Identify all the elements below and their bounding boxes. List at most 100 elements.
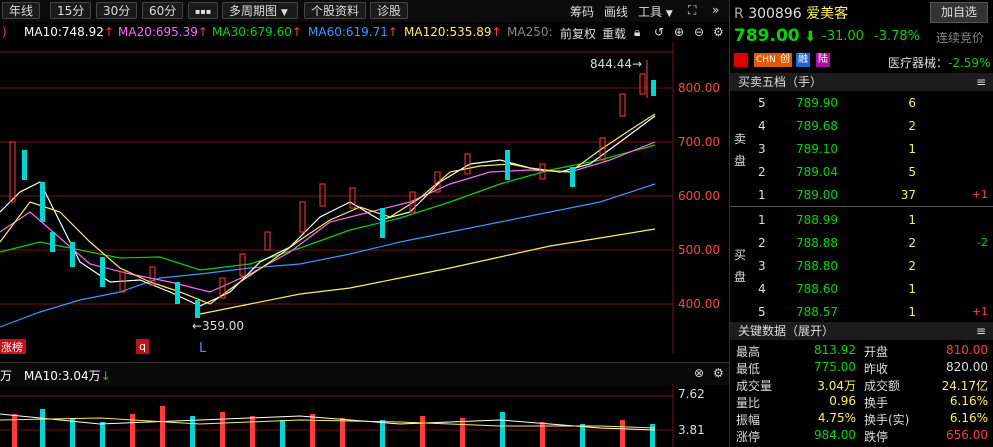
order-row[interactable]: 2 788.88 2 -2 [730,234,993,254]
collapse-panel-icon[interactable]: » [712,3,719,17]
key-data-label: 振幅 [736,413,761,427]
order-level: 5 [758,305,766,319]
q-tag[interactable]: q [139,340,146,353]
key-data-label: 量比 [736,396,761,410]
ma-legend: ) MA10:748.92↑ MA20:695.39↑ MA30:679.60↑… [0,22,729,42]
order-volume: 2 [908,259,916,273]
stock-prefix: R [734,6,744,22]
y-tick-600: 600.00 [678,189,720,203]
expand-icon[interactable]: ⛶ [688,3,696,18]
order-row[interactable]: 5 788.57 1 +1 [730,303,993,323]
order-price: 789.04 [796,165,838,179]
chinext-badge[interactable]: 创 [778,53,792,67]
menu-icon[interactable]: ≡ [976,73,986,91]
ma-legend-marker: ) [2,25,7,39]
chn-badge[interactable]: CHN [754,53,778,67]
key-data-label: 换手(实) [864,413,910,427]
order-row[interactable]: 4 789.68 2 [730,117,993,137]
y-tick-400: 400.00 [678,297,720,311]
volume-close-icon[interactable]: ⊗ [694,366,704,380]
volume-ma-line [0,413,656,431]
order-price: 789.90 [796,96,838,110]
chevron-down-icon: ▼ [280,8,288,18]
order-price: 788.60 [796,282,838,296]
chip-button[interactable]: 筹码 [570,3,594,20]
order-book-divider [730,206,993,207]
key-data-value: 0.96 [829,394,856,408]
order-row[interactable]: 3 789.10 1 [730,140,993,160]
order-delta: -2 [977,236,988,249]
more-periods-button[interactable]: ▪▪▪ [188,2,218,19]
key-data-value: 984.00 [814,428,856,442]
stock-profile-button[interactable]: 个股资料 [304,2,367,19]
key-data-value: 24.17亿 [941,379,988,393]
period-tab-30min[interactable]: 30分 [96,2,138,19]
quote-panel: R 300896 爱美客 加自选 789.00 ⬇ -31.00 -3.78% … [729,0,993,447]
ma20-value: MA20:695.39↑ [118,25,208,39]
l-tag[interactable]: L [199,341,207,356]
order-price: 789.10 [796,142,838,156]
order-level: 4 [758,282,766,296]
key-data-row: 量比 0.96 换手 6.16% [730,393,993,410]
key-data-row: 涨停 984.00 跌停 656.00 [730,427,993,444]
order-volume: 1 [908,305,916,319]
key-data-label: 跌停 [864,430,889,444]
kline-chart[interactable]: 800.00 700.00 600.00 500.00 400.00 844.4… [0,42,729,362]
industry-change: -2.59% [948,56,991,70]
order-row[interactable]: 5 789.90 6 [730,94,993,114]
order-row[interactable]: 1 788.99 1 [730,211,993,231]
period-tab-15min[interactable]: 15分 [50,2,92,19]
key-data-value: 810.00 [946,343,988,357]
order-level: 3 [758,142,766,156]
order-volume: 1 [908,142,916,156]
order-price: 789.00 [796,188,838,202]
zoom-in-icon[interactable]: ⊕ [674,25,684,39]
key-data-label: 昨收 [864,362,889,376]
key-data-label: 最低 [736,362,761,376]
menu-icon[interactable]: ≡ [976,322,986,340]
multi-period-dropdown[interactable]: 多周期图 ▼ [222,2,298,19]
settings-gear-icon[interactable]: ⚙ [713,25,724,39]
key-data-header[interactable]: 关键数据（展开） ≡ [730,322,993,340]
order-level: 2 [758,165,766,179]
undo-icon[interactable]: ↺ [654,25,664,39]
volume-chart[interactable]: 7.62 3.81 [0,384,729,447]
limit-tag[interactable]: 涨榜 [1,340,23,354]
forward-adjust-button[interactable]: 前复权 [560,25,596,42]
low-price-label: ←359.00 [192,319,244,333]
order-row[interactable]: 4 788.60 1 [730,280,993,300]
order-delta: +1 [971,188,988,201]
diagnose-button[interactable]: 诊股 [370,2,409,19]
order-row[interactable]: 3 788.80 2 [730,257,993,277]
industry-info[interactable]: 医疗器械：-2.59% [888,54,990,71]
key-data-title: 关键数据（展开） [738,324,835,338]
volume-settings-icon[interactable]: ⚙ [713,366,724,380]
lock-icon[interactable]: 🔒︎ [634,25,640,40]
reload-button[interactable]: 重载 [602,25,626,42]
add-favorite-button[interactable]: 加自选 [930,2,988,23]
order-volume: 6 [908,96,916,110]
connect-badge[interactable]: 陆 [816,53,830,67]
volume-ma10: MA10:3.04万↓ [24,369,111,383]
order-price: 788.88 [796,236,838,250]
chevron-down-icon: ▼ [665,9,673,19]
china-flag-icon [734,53,748,67]
zoom-out-icon[interactable]: ⊖ [694,25,704,39]
order-row[interactable]: 2 789.04 5 [730,163,993,183]
key-data-value: 4.75% [817,411,856,425]
trading-status: 连续竞价 [936,31,985,45]
margin-badge[interactable]: 融 [796,53,810,67]
period-tab-year[interactable]: 年线 [2,2,41,19]
order-level: 3 [758,259,766,273]
draw-line-button[interactable]: 画线 [604,3,628,20]
tools-label: 工具 [638,5,663,19]
multi-period-label: 多周期图 [229,4,278,18]
key-data-row: 成交量 3.04万 成交额 24.17亿 [730,376,993,393]
order-price: 788.99 [796,213,838,227]
key-data-value: 813.92 [814,343,856,357]
order-volume: 5 [908,165,916,179]
tools-button[interactable]: 工具 ▼ [638,3,673,20]
period-tab-60min[interactable]: 60分 [142,2,184,19]
order-row[interactable]: 1 789.00 37 +1 [730,186,993,206]
key-data-label: 成交额 [864,379,901,393]
